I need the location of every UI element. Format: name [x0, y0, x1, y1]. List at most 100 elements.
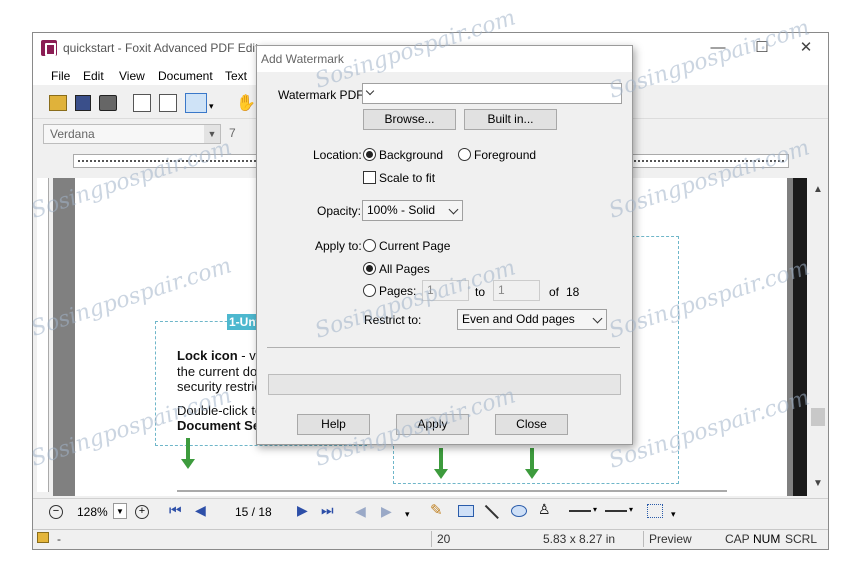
scale-to-fit-checkbox[interactable]: [363, 171, 376, 184]
pages-label[interactable]: Pages:: [379, 284, 416, 298]
maximize-button[interactable]: ☐: [745, 37, 779, 59]
font-dropdown-icon[interactable]: ▼: [204, 125, 220, 143]
page-view-icon[interactable]: [159, 94, 177, 112]
line-style-icon[interactable]: [569, 510, 591, 512]
chevron-down-icon[interactable]: ▾: [405, 509, 410, 520]
stamp-tool-icon[interactable]: ♙: [538, 501, 551, 518]
menu-edit[interactable]: Edit: [83, 69, 104, 83]
zoom-in-icon[interactable]: +: [135, 505, 149, 519]
close-button[interactable]: Close: [495, 414, 568, 435]
green-arrowhead-icon: [525, 469, 539, 479]
status-scroll: SCRL: [785, 532, 818, 546]
pages-from-field[interactable]: 1: [422, 280, 469, 301]
watermark-pdf-label: Watermark PDF:: [278, 88, 367, 102]
vertical-scrollbar[interactable]: ▲ ▼: [808, 178, 828, 496]
lock-icon[interactable]: [37, 532, 49, 543]
green-arrowhead-icon: [181, 459, 195, 469]
foreground-label[interactable]: Foreground: [474, 148, 536, 162]
current-page-label[interactable]: Current Page: [379, 239, 450, 253]
rectangle-tool-icon[interactable]: [458, 505, 474, 517]
pencil-icon[interactable]: ✎: [430, 501, 443, 519]
pages-to-field[interactable]: 1: [493, 280, 540, 301]
chevron-down-icon[interactable]: ▾: [593, 505, 597, 514]
green-arrow-icon: [530, 448, 534, 470]
apply-button[interactable]: Apply: [396, 414, 469, 435]
scale-to-fit-label[interactable]: Scale to fit: [379, 171, 435, 185]
all-pages-radio[interactable]: [363, 262, 376, 275]
status-mode: Preview: [649, 532, 692, 546]
opacity-select[interactable]: 100% - Solid: [362, 200, 463, 221]
chevron-down-icon: [448, 204, 459, 215]
chevron-down-icon[interactable]: ▾: [209, 101, 214, 112]
scroll-down-icon[interactable]: ▼: [813, 478, 823, 489]
add-watermark-dialog: Add Watermark Watermark PDF: Browse... B…: [256, 45, 633, 445]
lock-status: -: [57, 532, 61, 546]
zoom-out-icon[interactable]: −: [49, 505, 63, 519]
page-indicator[interactable]: 15 / 18: [235, 505, 272, 519]
chevron-down-icon[interactable]: ▾: [671, 509, 676, 520]
progress-bar: [268, 374, 621, 395]
scroll-up-icon[interactable]: ▲: [813, 184, 823, 195]
page-edge: [793, 178, 807, 496]
open-folder-icon[interactable]: [49, 95, 67, 111]
status-separator: [431, 531, 432, 547]
menu-view[interactable]: View: [119, 69, 145, 83]
location-label: Location:: [313, 148, 362, 162]
next-page-icon[interactable]: ▶: [297, 502, 308, 519]
restrict-to-select[interactable]: Even and Odd pages: [457, 309, 607, 330]
status-page-number: 20: [437, 532, 451, 546]
restrict-to-value: Even and Odd pages: [462, 312, 575, 326]
menu-file[interactable]: File: [51, 69, 70, 83]
ellipse-tool-icon[interactable]: [511, 505, 527, 517]
selection-icon[interactable]: [647, 504, 663, 518]
browse-button[interactable]: Browse...: [363, 109, 456, 130]
background-label[interactable]: Background: [379, 148, 443, 162]
window-title: quickstart - Foxit Advanced PDF Editor: [63, 41, 270, 55]
opacity-value: 100% - Solid: [367, 203, 436, 217]
menu-document[interactable]: Document: [158, 69, 213, 83]
page-divider: [177, 490, 727, 492]
previous-page-icon[interactable]: ◀: [195, 502, 206, 519]
green-arrow-icon: [439, 448, 443, 470]
print-icon[interactable]: [99, 95, 117, 111]
save-icon[interactable]: [75, 95, 91, 111]
all-pages-label[interactable]: All Pages: [379, 262, 430, 276]
chevron-down-icon: [592, 313, 603, 324]
foreground-radio[interactable]: [458, 148, 471, 161]
zoom-level[interactable]: 128%: [77, 505, 108, 519]
vertical-ruler: [37, 178, 49, 492]
line-width-icon[interactable]: [605, 510, 627, 512]
chevron-down-icon[interactable]: ▾: [629, 505, 633, 514]
first-page-icon[interactable]: ⏮: [169, 502, 182, 519]
chevron-down-icon[interactable]: [365, 86, 375, 96]
status-page-size: 5.83 x 8.27 in: [543, 532, 616, 546]
forward-icon[interactable]: ▶: [381, 503, 392, 520]
status-separator: [643, 531, 644, 547]
minimize-button[interactable]: —: [701, 37, 735, 59]
pages-radio[interactable]: [363, 284, 376, 297]
current-page-radio[interactable]: [363, 239, 376, 252]
page-icon[interactable]: [133, 94, 151, 112]
opacity-label: Opacity:: [317, 204, 362, 218]
built-in-button[interactable]: Built in...: [464, 109, 557, 130]
scrollbar-thumb[interactable]: [811, 408, 825, 426]
to-label: to: [475, 285, 486, 299]
page-layout-icon[interactable]: [185, 93, 207, 113]
watermark-pdf-field[interactable]: [362, 83, 622, 104]
green-arrowhead-icon: [434, 469, 448, 479]
font-size-select[interactable]: 7: [225, 124, 255, 144]
green-arrow-icon: [186, 438, 190, 460]
font-select[interactable]: Verdana: [43, 124, 221, 144]
back-icon[interactable]: ◀: [355, 503, 366, 520]
hand-tool-icon[interactable]: ✋: [236, 93, 256, 113]
zoom-dropdown-icon[interactable]: ▼: [113, 503, 127, 519]
menu-text[interactable]: Text: [225, 69, 247, 83]
status-caps: CAP: [725, 532, 750, 546]
of-label: of: [549, 285, 560, 299]
last-page-icon[interactable]: ⏭: [321, 502, 334, 519]
background-radio[interactable]: [363, 148, 376, 161]
dialog-title[interactable]: Add Watermark: [257, 46, 632, 72]
close-window-button[interactable]: ✕: [789, 37, 823, 59]
help-button[interactable]: Help: [297, 414, 370, 435]
total-pages: 18: [566, 285, 580, 299]
